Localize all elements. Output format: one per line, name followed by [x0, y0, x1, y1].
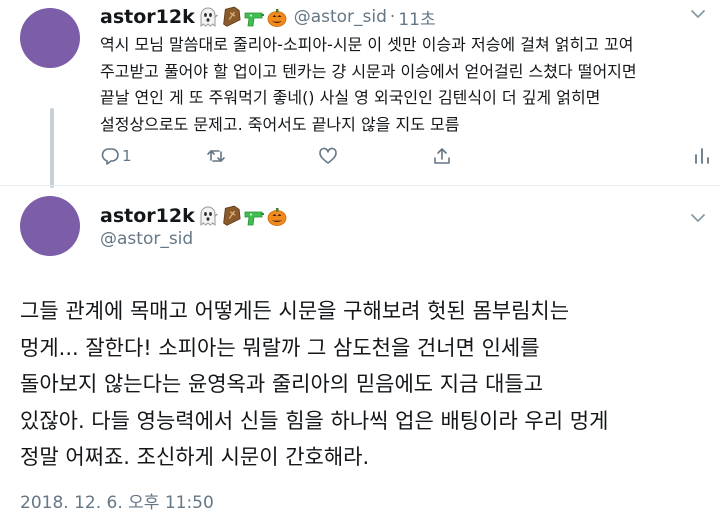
- tweet-text-line: 설정상으로도 문제고. 죽어서도 끝나지 않을 지도 모름: [100, 114, 460, 134]
- tweet-text-line: 정말 어쩌죠. 조신하게 시문이 간호해라.: [20, 445, 370, 469]
- retweet-icon: [207, 150, 225, 162]
- heart-icon: [319, 147, 337, 164]
- jack-o-lantern-emoji-icon: [267, 9, 287, 27]
- share-icon: [434, 148, 450, 164]
- tweet-divider: [0, 185, 720, 186]
- tweet-text: 그들 관계에 목매고 어떻게든 시문을 구해보려 헛된 몸부림치는 멍게... …: [20, 293, 710, 476]
- tweet-text-line: 있잖아. 다들 영능력에서 신들 힘을 하나씩 업은 배팅이라 우리 멍게: [20, 408, 609, 433]
- ghost-emoji-icon: [200, 7, 218, 28]
- name-emojis: [197, 205, 288, 227]
- coffin-emoji-icon: [222, 6, 241, 27]
- chevron-down-icon[interactable]: [690, 8, 706, 20]
- tweet-text-line: 그들 관계에 목매고 어떻게든 시문을 구해보려 헛된 몸부림치는: [20, 299, 570, 323]
- handle[interactable]: @astor_sid: [294, 7, 387, 27]
- like-button[interactable]: [318, 144, 338, 168]
- retweet-button[interactable]: [206, 144, 226, 168]
- separator-dot: ·: [389, 7, 396, 27]
- tweet-action-bar: 1: [0, 144, 720, 168]
- tweet-header: astor12k: [100, 203, 294, 229]
- reply-icon: [101, 148, 119, 165]
- avatar[interactable]: [20, 196, 80, 256]
- coffin-emoji-icon: [222, 205, 241, 226]
- tweet-text-line: 돌아보지 않는다는 윤영옥과 줄리아의 믿음에도 지금 대들고: [20, 372, 544, 396]
- avatar[interactable]: [20, 8, 80, 68]
- tweet-text: 역시 모님 말씀대로 줄리아-소피아-시문 이 셋만 이승과 저승에 걸쳐 얽히…: [100, 32, 710, 138]
- display-name[interactable]: astor12k: [100, 6, 195, 28]
- tweet-text-line: 주고받고 풀어야 할 업이고 텐카는 걍 시문과 이승에서 얻어걸린 스쳤다 떨…: [100, 61, 637, 81]
- water-pistol-emoji-icon: [244, 12, 264, 27]
- tweet-text-line: 멍게... 잘한다! 소피아는 뭐랄까 그 삼도천을 건너면 인세를: [20, 335, 540, 360]
- share-button[interactable]: [432, 144, 452, 168]
- analytics-icon: [695, 148, 709, 164]
- chevron-down-icon[interactable]: [690, 212, 706, 224]
- name-emojis: [197, 6, 288, 28]
- reply-count: 1: [122, 147, 132, 165]
- tweet-text-line: 끝날 연인 게 또 주워먹기 좋네() 사실 영 외국인인 김텐식이 더 깊게 …: [100, 88, 601, 107]
- display-name[interactable]: astor12k: [100, 205, 195, 227]
- water-pistol-emoji-icon: [244, 211, 264, 226]
- relative-time[interactable]: 11초: [398, 5, 435, 30]
- tweet-timestamp[interactable]: 2018. 12. 6. 오후 11:50: [20, 488, 214, 513]
- jack-o-lantern-emoji-icon: [267, 208, 287, 226]
- handle[interactable]: @astor_sid: [100, 229, 193, 249]
- reply-button[interactable]: 1: [100, 144, 132, 168]
- tweet-text-line: 역시 모님 말씀대로 줄리아-소피아-시문 이 셋만 이승과 저승에 걸쳐 얽히…: [100, 35, 634, 54]
- tweet-header: astor12k @astor_sid · 11초: [100, 4, 436, 30]
- analytics-button[interactable]: [692, 144, 712, 168]
- ghost-emoji-icon: [200, 206, 218, 227]
